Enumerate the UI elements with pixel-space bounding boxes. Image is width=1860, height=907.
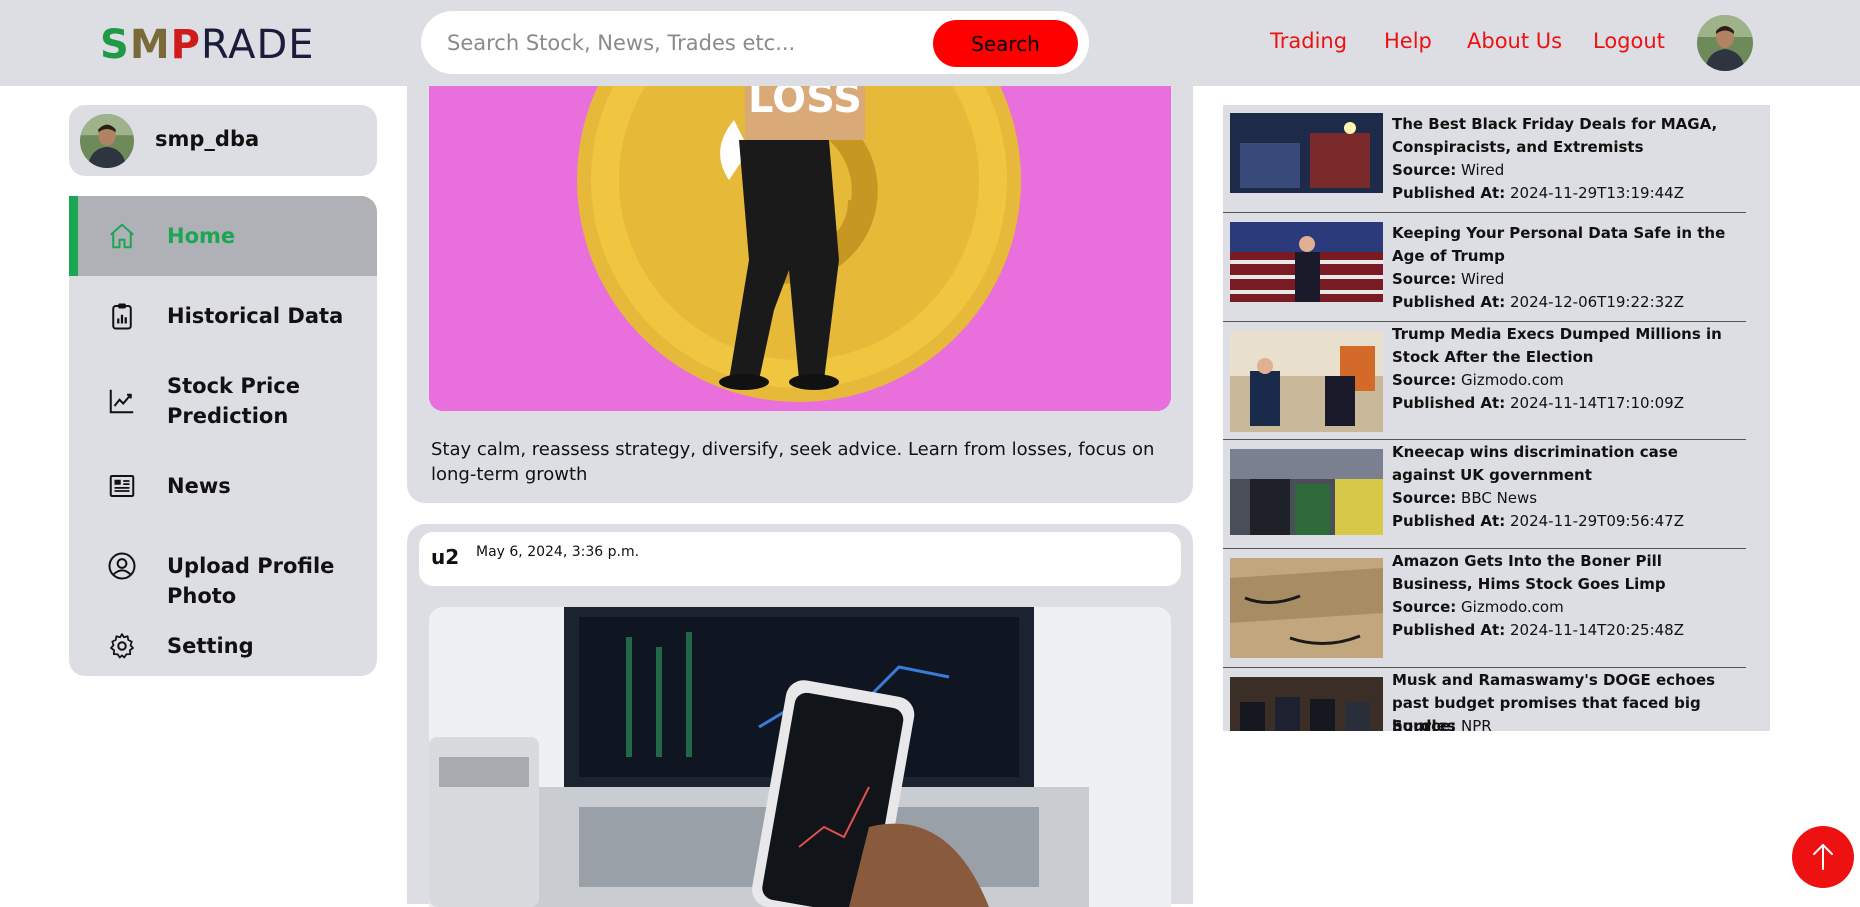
published-value: 2024-11-29T13:19:44Z — [1510, 184, 1684, 202]
news-thumbnail — [1230, 449, 1383, 535]
sidebar-item-label: Upload Profile Photo — [167, 554, 335, 608]
profile-username: smp_dba — [155, 127, 260, 151]
nav-about-link[interactable]: About Us — [1467, 29, 1562, 53]
source-label: Source: — [1392, 717, 1457, 731]
published-label: Published At: — [1392, 394, 1506, 412]
post-image-loss: LOSS — [429, 60, 1171, 411]
sidebar-item-label: Stock Price Prediction — [167, 374, 300, 428]
post-header: u2 May 6, 2024, 3:36 p.m. — [419, 532, 1181, 586]
clipboard-chart-icon — [112, 303, 132, 330]
news-item[interactable]: Musk and Ramaswamy's DOGE echoes past bu… — [1223, 669, 1746, 731]
feed-post: LOSS Stay calm, reassess strategy, diver… — [407, 60, 1193, 503]
news-item[interactable]: Kneecap wins discrimination case against… — [1223, 441, 1746, 549]
newspaper-icon — [109, 475, 135, 497]
home-icon — [110, 223, 134, 249]
logo-letter-s: S — [100, 22, 130, 68]
sidebar-menu: Home Historical Data Stock Price Predict… — [69, 196, 377, 676]
sidebar-item-news[interactable]: News — [69, 446, 377, 526]
news-title[interactable]: Amazon Gets Into the Boner Pill Business… — [1392, 550, 1737, 596]
sidebar-item-historical-data[interactable]: Historical Data — [69, 276, 377, 356]
news-panel: The Best Black Friday Deals for MAGA, Co… — [1223, 105, 1770, 731]
logo-letter-p: P — [170, 22, 201, 68]
site-logo[interactable]: SMPRADE — [100, 22, 315, 68]
news-source: Source: BBC News — [1392, 487, 1537, 510]
source-label: Source: — [1392, 161, 1457, 179]
post-caption: Stay calm, reassess strategy, diversify,… — [431, 439, 1155, 485]
source-label: Source: — [1392, 371, 1457, 389]
published-label: Published At: — [1392, 184, 1506, 202]
source-value: Gizmodo.com — [1461, 598, 1564, 616]
published-value: 2024-11-14T17:10:09Z — [1510, 394, 1684, 412]
user-circle-icon — [108, 552, 136, 580]
news-source: Source: Gizmodo.com — [1392, 369, 1564, 392]
news-published: Published At: 2024-11-29T13:19:44Z — [1392, 182, 1684, 205]
post-image-trading-phone — [429, 607, 1171, 907]
news-thumbnail — [1230, 331, 1383, 432]
sidebar-item-label: Home — [167, 224, 236, 248]
news-title[interactable]: Trump Media Execs Dumped Millions in Sto… — [1392, 323, 1737, 369]
search-button[interactable]: Search — [933, 20, 1078, 67]
news-source: Source: Wired — [1392, 159, 1504, 182]
published-label: Published At: — [1392, 512, 1506, 530]
sidebar-item-label: News — [167, 474, 231, 498]
search-bar: Search — [421, 11, 1089, 74]
news-published: Published At: 2024-11-29T09:56:47Z — [1392, 510, 1684, 533]
logo-text-rest: RADE — [200, 22, 315, 68]
arrow-up-icon — [1813, 843, 1833, 870]
news-item[interactable]: Keeping Your Personal Data Safe in the A… — [1223, 214, 1746, 322]
scroll-to-top-button[interactable] — [1792, 826, 1854, 888]
nav-help-link[interactable]: Help — [1384, 29, 1432, 53]
published-label: Published At: — [1392, 621, 1506, 639]
source-label: Source: — [1392, 489, 1457, 507]
news-thumbnail — [1230, 677, 1383, 731]
sidebar-item-home[interactable]: Home — [69, 196, 377, 276]
nav-logout-link[interactable]: Logout — [1593, 29, 1665, 53]
top-header: SMPRADE Search Trading Help About Us Log… — [0, 0, 1860, 86]
news-title[interactable]: Keeping Your Personal Data Safe in the A… — [1392, 222, 1737, 268]
news-source: Source: NPR — [1392, 715, 1492, 731]
post-date: May 6, 2024, 3:36 p.m. — [476, 544, 640, 560]
user-avatar[interactable] — [1697, 15, 1753, 71]
news-published: Published At: 2024-11-14T20:25:48Z — [1392, 619, 1684, 642]
news-item[interactable]: The Best Black Friday Deals for MAGA, Co… — [1223, 105, 1746, 213]
source-value: BBC News — [1461, 489, 1538, 507]
source-label: Source: — [1392, 270, 1457, 288]
nav-trading-link[interactable]: Trading — [1270, 29, 1347, 53]
news-title[interactable]: The Best Black Friday Deals for MAGA, Co… — [1392, 113, 1737, 159]
profile-card[interactable]: smp_dba — [69, 105, 377, 176]
sidebar-item-setting[interactable]: Setting — [69, 606, 377, 676]
news-source: Source: Wired — [1392, 268, 1504, 291]
feed-post: u2 May 6, 2024, 3:36 p.m. — [407, 524, 1193, 907]
source-value: Wired — [1461, 270, 1505, 288]
sidebar-item-label: Setting — [167, 634, 254, 658]
source-value: Gizmodo.com — [1461, 371, 1564, 389]
news-source: Source: Gizmodo.com — [1392, 596, 1564, 619]
post-username[interactable]: u2 — [431, 545, 459, 569]
source-value: NPR — [1461, 717, 1492, 731]
news-title[interactable]: Kneecap wins discrimination case against… — [1392, 441, 1737, 487]
search-input[interactable] — [447, 25, 947, 61]
published-label: Published At: — [1392, 293, 1506, 311]
source-label: Source: — [1392, 598, 1457, 616]
published-value: 2024-12-06T19:22:32Z — [1510, 293, 1684, 311]
news-thumbnail — [1230, 222, 1383, 302]
news-item[interactable]: Amazon Gets Into the Boner Pill Business… — [1223, 550, 1746, 668]
source-value: Wired — [1461, 161, 1505, 179]
logo-letter-m: M — [129, 22, 171, 68]
sidebar-item-label: Historical Data — [167, 304, 344, 328]
gear-icon — [110, 633, 134, 659]
sidebar-item-upload-photo[interactable]: Upload Profile Photo — [69, 526, 377, 608]
news-published: Published At: 2024-11-14T17:10:09Z — [1392, 392, 1684, 415]
news-thumbnail — [1230, 558, 1383, 658]
sidebar-item-stock-prediction[interactable]: Stock Price Prediction — [69, 356, 377, 446]
news-item[interactable]: Trump Media Execs Dumped Millions in Sto… — [1223, 323, 1746, 440]
trend-chart-icon — [109, 389, 134, 414]
published-value: 2024-11-29T09:56:47Z — [1510, 512, 1684, 530]
news-thumbnail — [1230, 113, 1383, 193]
news-published: Published At: 2024-12-06T19:22:32Z — [1392, 291, 1684, 314]
published-value: 2024-11-14T20:25:48Z — [1510, 621, 1684, 639]
profile-avatar — [80, 114, 134, 168]
